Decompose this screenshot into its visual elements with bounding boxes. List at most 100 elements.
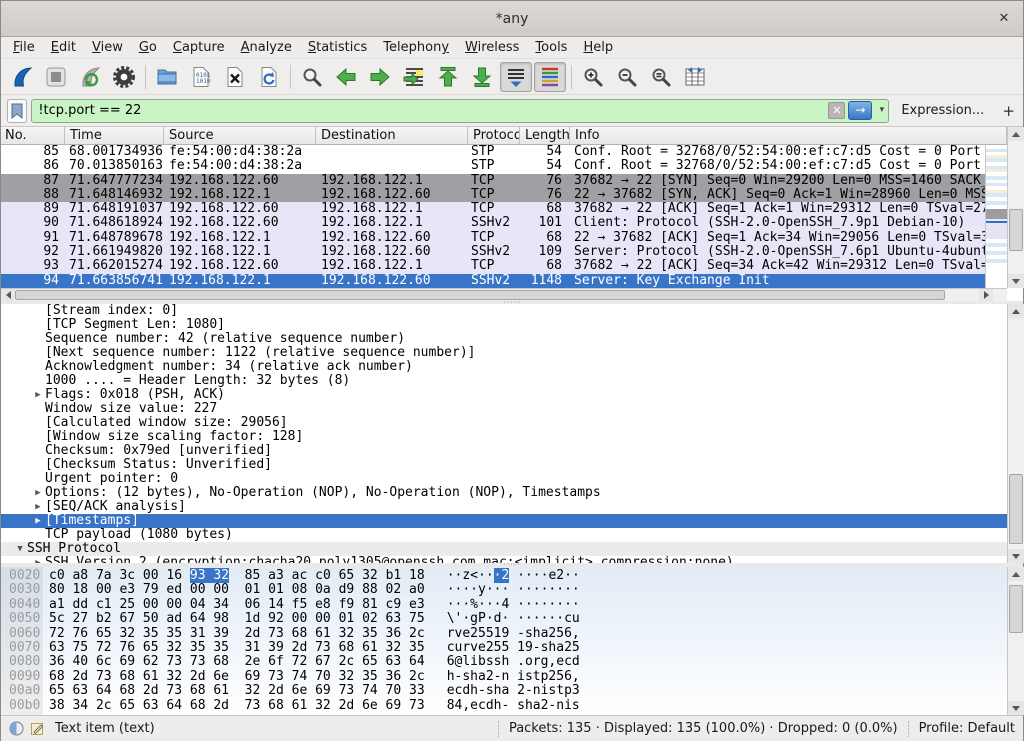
scroll-up-icon[interactable] — [1008, 567, 1024, 581]
close-icon[interactable]: ✕ — [995, 10, 1013, 28]
go-back-button[interactable] — [330, 62, 362, 92]
hex-row[interactable]: 00505c 27 b2 67 50 ad 64 98 1d 92 00 00 … — [1, 612, 1007, 626]
filter-clear-icon[interactable]: ✕ — [828, 102, 845, 119]
detail-line[interactable]: 1000 .... = Header Length: 32 bytes (8) — [1, 374, 1007, 388]
zoom-in-button[interactable] — [577, 62, 609, 92]
menu-item-analyze[interactable]: Analyze — [233, 38, 300, 57]
packet-row[interactable]: 9371.662015274192.168.122.60192.168.122.… — [1, 259, 985, 273]
menu-item-tools[interactable]: Tools — [527, 38, 575, 57]
expression-button[interactable]: Expression... — [901, 103, 984, 118]
display-filter-input[interactable] — [32, 101, 828, 121]
detail-line[interactable]: ▶[SEQ/ACK analysis] — [1, 500, 1007, 514]
detail-line[interactable]: [Calculated window size: 29056] — [1, 416, 1007, 430]
packet-row[interactable]: 9171.648789678192.168.122.1192.168.122.6… — [1, 231, 985, 245]
detail-line[interactable]: TCP payload (1080 bytes) — [1, 528, 1007, 542]
column-header-destination[interactable]: Destination — [316, 127, 468, 144]
filter-dropdown-icon[interactable]: ▾ — [875, 101, 888, 120]
capture-comment-icon[interactable] — [30, 721, 45, 736]
detail-line[interactable]: Urgent pointer: 0 — [1, 472, 1007, 486]
filter-add-button[interactable]: + — [1000, 102, 1017, 120]
packet-row[interactable]: 8771.647777234192.168.122.60192.168.122.… — [1, 174, 985, 188]
packet-row[interactable]: 9471.663856741192.168.122.1192.168.122.6… — [1, 274, 985, 288]
file-close-button[interactable] — [219, 62, 251, 92]
scroll-up-icon[interactable] — [1008, 304, 1024, 318]
capture-stop-button[interactable] — [40, 62, 72, 92]
expander-right-icon[interactable]: ▶ — [31, 388, 45, 402]
packet-row[interactable]: 8871.648146932192.168.122.1192.168.122.6… — [1, 188, 985, 202]
hex-row[interactable]: 006072 76 65 32 35 35 31 39 2d 73 68 61 … — [1, 627, 1007, 641]
scroll-left-icon[interactable] — [1, 289, 15, 301]
column-header-time[interactable]: Time — [65, 127, 164, 144]
go-to-packet-button[interactable] — [398, 62, 430, 92]
zoom-out-button[interactable] — [611, 62, 643, 92]
menu-item-edit[interactable]: Edit — [43, 38, 84, 57]
detail-line[interactable]: Sequence number: 42 (relative sequence n… — [1, 332, 1007, 346]
auto-scroll-button[interactable] — [500, 62, 532, 92]
hex-row[interactable]: 00b038 34 2c 65 63 64 68 2d 73 68 61 32 … — [1, 699, 1007, 713]
expert-info-icon[interactable] — [9, 721, 24, 736]
detail-line[interactable]: ▶Flags: 0x018 (PSH, ACK) — [1, 388, 1007, 402]
menu-item-go[interactable]: Go — [131, 38, 165, 57]
find-packet-button[interactable] — [296, 62, 328, 92]
zoom-100-button[interactable] — [645, 62, 677, 92]
hex-row[interactable]: 00a065 63 64 68 2d 73 68 61 32 2d 6e 69 … — [1, 684, 1007, 698]
colorize-button[interactable] — [534, 62, 566, 92]
expander-right-icon[interactable]: ▶ — [31, 486, 45, 500]
hex-row[interactable]: 009068 2d 73 68 61 32 2d 6e 69 73 74 70 … — [1, 670, 1007, 684]
menu-item-statistics[interactable]: Statistics — [300, 38, 375, 57]
scroll-down-icon[interactable] — [1008, 274, 1024, 288]
scrollbar-thumb[interactable] — [15, 290, 945, 300]
menu-item-file[interactable]: File — [5, 38, 43, 57]
expander-right-icon[interactable]: ▶ — [31, 514, 45, 528]
file-reload-button[interactable] — [253, 62, 285, 92]
menu-item-help[interactable]: Help — [575, 38, 621, 57]
packet-row[interactable]: 9271.661949820192.168.122.1192.168.122.6… — [1, 245, 985, 259]
column-header-no[interactable]: No. — [1, 127, 65, 144]
go-forward-button[interactable] — [364, 62, 396, 92]
hex-row[interactable]: 0040a1 dd c1 25 00 00 04 34 06 14 f5 e8 … — [1, 598, 1007, 612]
scroll-up-icon[interactable] — [1008, 127, 1024, 141]
column-header-info[interactable]: Info — [570, 127, 1007, 144]
detail-line[interactable]: Checksum: 0x79ed [unverified] — [1, 444, 1007, 458]
packet-row[interactable]: 9071.648618924192.168.122.60192.168.122.… — [1, 216, 985, 230]
filter-apply-icon[interactable]: → — [848, 101, 872, 120]
packet-row[interactable]: 8568.001734936fe:54:00:d4:38:2aSTP54Conf… — [1, 145, 985, 159]
expander-right-icon[interactable]: ▶ — [31, 500, 45, 514]
scroll-down-icon[interactable] — [1008, 701, 1024, 715]
detail-line[interactable]: Window size value: 227 — [1, 402, 1007, 416]
bytes-vscrollbar[interactable] — [1007, 567, 1024, 715]
detail-line[interactable]: ▼SSH Protocol — [1, 542, 1007, 556]
go-first-button[interactable] — [432, 62, 464, 92]
capture-restart-button[interactable] — [74, 62, 106, 92]
scrollbar-thumb[interactable] — [1009, 474, 1023, 544]
capture-start-button[interactable] — [6, 62, 38, 92]
menu-item-wireless[interactable]: Wireless — [457, 38, 527, 57]
scrollbar-thumb[interactable] — [1009, 585, 1023, 633]
detail-line[interactable]: [Next sequence number: 1122 (relative se… — [1, 346, 1007, 360]
packet-list-vscrollbar[interactable] — [1007, 127, 1024, 288]
detail-line[interactable]: [TCP Segment Len: 1080] — [1, 318, 1007, 332]
scroll-down-icon[interactable] — [1008, 549, 1024, 563]
filter-bookmark-button[interactable] — [7, 99, 27, 123]
file-open-button[interactable] — [151, 62, 183, 92]
detail-line[interactable]: [Window size scaling factor: 128] — [1, 430, 1007, 444]
capture-options-button[interactable] — [108, 62, 140, 92]
detail-line[interactable]: [Checksum Status: Unverified] — [1, 458, 1007, 472]
hex-row[interactable]: 007063 75 72 76 65 32 35 35 31 39 2d 73 … — [1, 641, 1007, 655]
detail-line[interactable]: [Stream index: 0] — [1, 304, 1007, 318]
column-header-protocol[interactable]: Protocol — [468, 127, 520, 144]
hex-row[interactable]: 003080 18 00 e3 79 ed 00 00 01 01 08 0a … — [1, 583, 1007, 597]
resize-columns-button[interactable] — [679, 62, 711, 92]
column-header-length[interactable]: Length — [520, 127, 570, 144]
intelligent-scrollbar-minimap[interactable] — [985, 145, 1007, 288]
packet-row[interactable]: 8971.648191037192.168.122.60192.168.122.… — [1, 202, 985, 216]
go-last-button[interactable] — [466, 62, 498, 92]
details-vscrollbar[interactable] — [1007, 304, 1024, 563]
expander-down-icon[interactable]: ▼ — [13, 542, 27, 556]
expander-right-icon[interactable]: ▶ — [31, 556, 45, 563]
menu-item-view[interactable]: View — [84, 38, 131, 57]
detail-line[interactable]: ▶[Timestamps] — [1, 514, 1007, 528]
menu-item-telephony[interactable]: Telephony — [375, 38, 457, 57]
detail-line[interactable]: Acknowledgment number: 34 (relative ack … — [1, 360, 1007, 374]
file-save-button[interactable]: 01011010 — [185, 62, 217, 92]
